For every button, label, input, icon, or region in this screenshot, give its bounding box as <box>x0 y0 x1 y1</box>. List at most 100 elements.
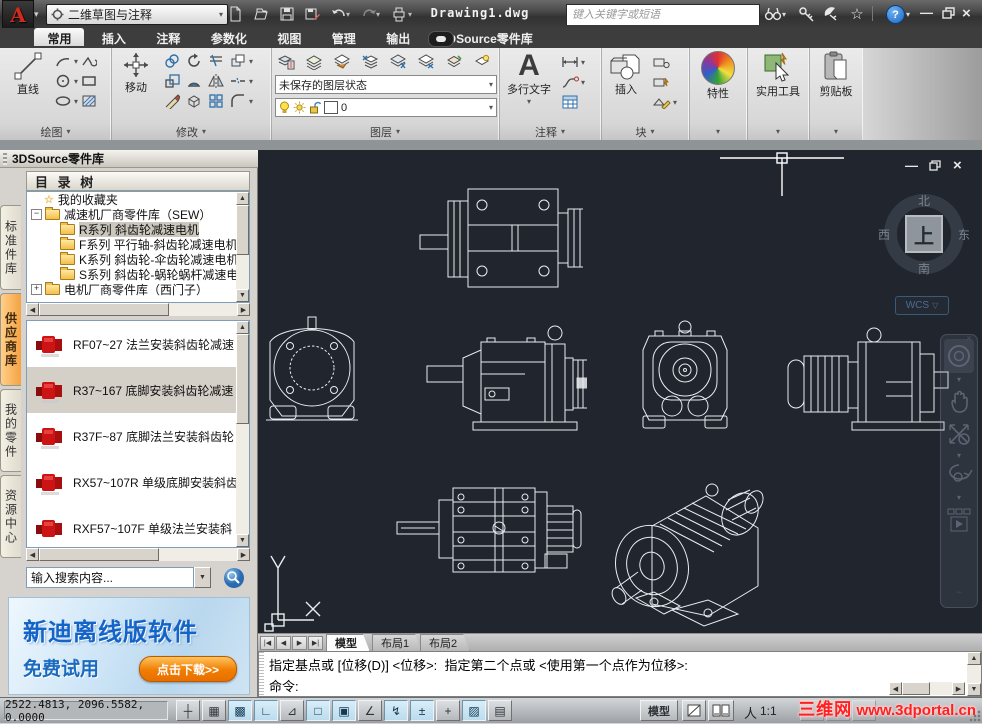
cad-view-side-mirrored[interactable] <box>786 326 951 431</box>
dimension-caret-icon[interactable]: ▾ <box>581 58 585 67</box>
sidetab-supplier-library[interactable]: 供应商库 <box>0 293 21 386</box>
layer-isolate-icon[interactable] <box>359 52 381 72</box>
save-as-button[interactable] <box>302 4 324 24</box>
tpy-toggle[interactable]: + <box>436 700 460 721</box>
rectangle-icon[interactable] <box>78 71 100 91</box>
properties-button[interactable]: 特性 <box>692 51 744 121</box>
scroll-left-icon[interactable]: ◀ <box>26 303 39 316</box>
app-menu-caret-icon[interactable]: ▾ <box>34 9 39 20</box>
tab-layout1[interactable]: 布局1 <box>372 634 422 652</box>
search-caret-icon[interactable]: ▾ <box>782 10 786 19</box>
utilities-button[interactable]: 实用工具 <box>752 51 804 121</box>
scroll-up-icon[interactable]: ▲ <box>236 321 249 334</box>
search-dropdown-icon[interactable]: ▼ <box>194 567 211 588</box>
command-hscrollbar[interactable]: ◀ ▶ <box>889 682 965 695</box>
expand-icon[interactable]: + <box>31 284 42 295</box>
orbit-caret-icon[interactable]: ▾ <box>941 493 977 502</box>
array-icon[interactable] <box>205 91 227 111</box>
hatch-icon[interactable] <box>78 91 100 111</box>
part-item-r37[interactable]: R37~167 底脚安装斜齿轮减速 <box>27 367 249 413</box>
tab-insert[interactable]: 插入 <box>89 28 139 46</box>
layer-off-icon[interactable] <box>331 52 353 72</box>
scroll-up-icon[interactable]: ▲ <box>236 192 249 205</box>
favorites-star-icon[interactable]: ☆ <box>846 4 868 24</box>
help-caret-icon[interactable]: ▾ <box>906 10 910 19</box>
tree-hscrollbar[interactable]: ◀ ▶ <box>26 303 250 316</box>
copy-icon[interactable] <box>161 51 183 71</box>
save-button[interactable] <box>276 4 298 24</box>
fillet-caret-icon[interactable]: ▾ <box>249 97 253 106</box>
tab-home[interactable]: 常用 <box>34 28 85 46</box>
tree-item-k-series[interactable]: K系列 斜齿轮-伞齿轮减速电机 <box>27 252 249 267</box>
redo-caret-icon[interactable]: ▾ <box>376 10 380 19</box>
explode-icon[interactable] <box>183 91 205 111</box>
cad-view-top-section[interactable] <box>395 476 583 582</box>
wheel-caret-icon[interactable]: ▾ <box>941 375 977 384</box>
help-search-box[interactable] <box>566 4 760 25</box>
cad-view-front[interactable] <box>635 320 735 432</box>
fillet-icon[interactable] <box>227 91 249 111</box>
layer-dropdown[interactable]: 0 ▾ <box>275 98 497 117</box>
break-icon[interactable] <box>227 71 249 91</box>
tab-view[interactable]: 视图 <box>264 28 314 46</box>
viewcube-north[interactable]: 北 <box>918 192 930 209</box>
ortho-toggle[interactable]: ▩ <box>228 700 252 721</box>
tab-parametric[interactable]: 参数化 <box>198 28 260 46</box>
tab-model[interactable]: 模型 <box>326 634 370 652</box>
break-caret-icon[interactable]: ▾ <box>249 77 253 86</box>
collapse-icon[interactable]: − <box>31 209 42 220</box>
sidetab-standard-parts[interactable]: 标准件库 <box>0 205 21 290</box>
next-layout-button[interactable]: ▶ <box>292 636 307 650</box>
parts-search-input[interactable] <box>27 568 193 587</box>
tab-output[interactable]: 输出 <box>373 28 423 46</box>
first-layout-button[interactable]: |◀ <box>260 636 275 650</box>
doc-minimize-button[interactable]: — <box>905 158 918 173</box>
polyline-icon[interactable] <box>78 51 100 71</box>
prev-layout-button[interactable]: ◀ <box>276 636 291 650</box>
panel-modify-footer[interactable]: 修改 ▾ <box>111 123 271 140</box>
tab-manage[interactable]: 管理 <box>319 28 369 46</box>
cloud-badge-icon[interactable] <box>428 31 454 47</box>
open-file-button[interactable] <box>250 4 272 24</box>
mtext-button[interactable]: A 多行文字 ▾ <box>503 51 555 121</box>
layer-match-icon[interactable] <box>443 52 465 72</box>
qp-toggle[interactable]: ▨ <box>462 700 486 721</box>
scroll-left-icon[interactable]: ◀ <box>889 682 902 695</box>
scroll-up-icon[interactable]: ▲ <box>967 652 981 665</box>
arc-icon[interactable] <box>52 51 74 71</box>
sidetab-my-parts[interactable]: 我的零件 <box>0 389 21 472</box>
app-logo[interactable]: A <box>2 0 34 29</box>
osnap-toggle[interactable]: ⊿ <box>280 700 304 721</box>
dyn-toggle[interactable]: ↯ <box>384 700 408 721</box>
catalog-tree[interactable]: ☆ 我的收藏夹 − 减速机厂商零件库（SEW） R系列 斜齿轮减速电机 F系列 … <box>26 191 250 303</box>
undo-caret-icon[interactable]: ▾ <box>346 10 350 19</box>
lwt-toggle[interactable]: ± <box>410 700 434 721</box>
orbit-button[interactable] <box>941 463 977 489</box>
circle-icon[interactable] <box>52 71 74 91</box>
array-caret-icon[interactable]: ▾ <box>249 57 253 66</box>
part-item-rx57[interactable]: RX57~107R 单级底脚安装斜齿 <box>27 459 249 505</box>
part-item-r37f[interactable]: R37F~87 底脚法兰安装斜齿轮 <box>27 413 249 459</box>
part-item-rxf57[interactable]: RXF57~107F 单级法兰安装斜 <box>27 505 249 547</box>
workspace-switcher[interactable]: 二维草图与注释 ▾ <box>46 4 228 25</box>
last-layout-button[interactable]: ▶| <box>308 636 323 650</box>
trim-icon[interactable] <box>205 51 227 71</box>
command-vscrollbar[interactable]: ▲ ▼ <box>967 652 981 696</box>
snap-toggle[interactable]: ┼ <box>176 700 200 721</box>
block-editor-caret-icon[interactable]: ▾ <box>673 98 677 107</box>
resize-grip[interactable] <box>968 709 981 722</box>
command-grip[interactable] <box>259 652 264 696</box>
scroll-right-icon[interactable]: ▶ <box>237 548 250 561</box>
restore-button[interactable] <box>942 7 955 19</box>
rotate-icon[interactable] <box>183 51 205 71</box>
panel-draw-footer[interactable]: 绘图 ▾ <box>0 123 111 140</box>
tree-item-r-series[interactable]: R系列 斜齿轮减速电机 <box>27 222 249 237</box>
layer-walk-icon[interactable] <box>471 52 493 72</box>
viewcube-south[interactable]: 南 <box>918 260 930 277</box>
annotation-scale-value[interactable]: 1:1 <box>760 704 777 718</box>
leader-caret-icon[interactable]: ▾ <box>581 78 585 87</box>
new-file-button[interactable] <box>224 4 246 24</box>
layout-quickview-button[interactable] <box>682 700 706 721</box>
ducs-toggle[interactable]: ∠ <box>358 700 382 721</box>
viewcube-west[interactable]: 西 <box>878 226 890 243</box>
